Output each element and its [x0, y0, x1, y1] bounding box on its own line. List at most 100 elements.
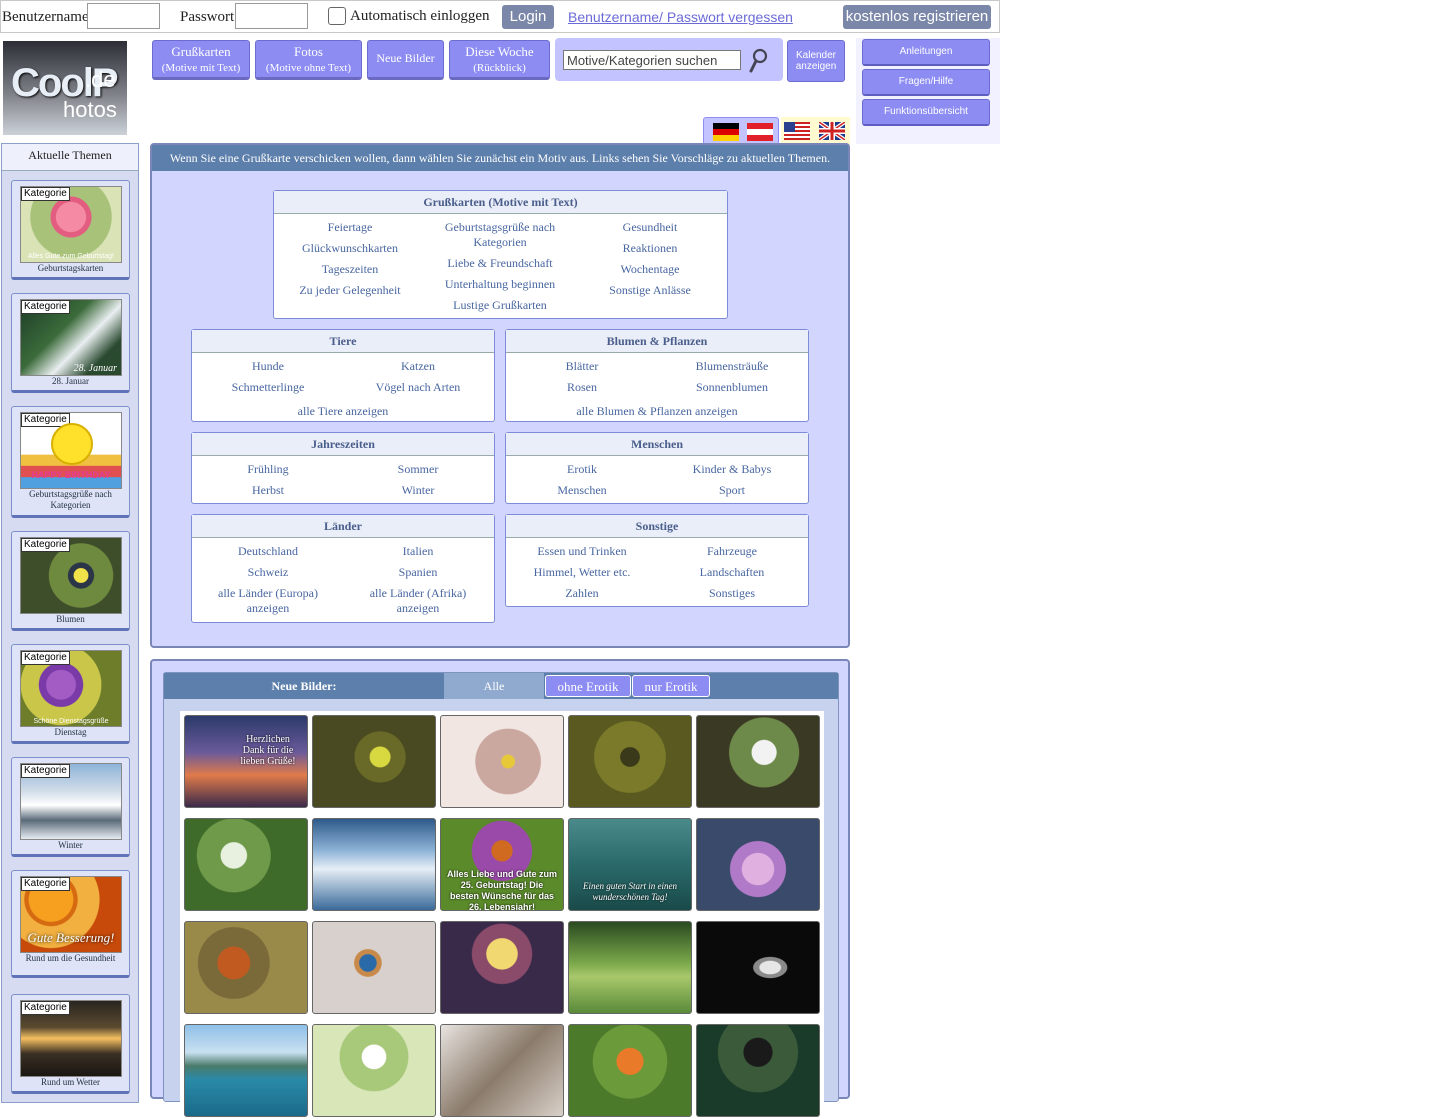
link-birthday-categories[interactable]: Geburtstagsgrüße nach Kategorien: [434, 220, 566, 250]
nav-photos[interactable]: Fotos (Motive ohne Text): [255, 40, 362, 80]
forgot-password-link[interactable]: Benutzername/ Passwort vergessen: [568, 9, 793, 25]
register-button[interactable]: kostenlos registrieren: [843, 5, 991, 29]
topic-card-winter[interactable]: Kategorie Winter: [11, 757, 130, 857]
link-other-occasions[interactable]: Sonstige Anlässe: [574, 283, 726, 298]
link-sunflowers[interactable]: Sonnenblumen: [656, 380, 808, 395]
link-sport[interactable]: Sport: [656, 483, 808, 498]
topic-card-birthday-cards[interactable]: Kategorie Alles Gute zum Geburtstag! Geb…: [11, 180, 130, 280]
link-food-drink[interactable]: Essen und Trinken: [506, 544, 658, 559]
image-thumbnail[interactable]: Alles Liebe und Gute zum 25. Geburtstag!…: [440, 818, 564, 911]
link-autumn[interactable]: Herbst: [192, 483, 344, 498]
link-winter[interactable]: Winter: [342, 483, 494, 498]
topic-card-january-28[interactable]: Kategorie 28. Januar 28. Januar: [11, 293, 130, 393]
uk-flag-icon[interactable]: [819, 122, 845, 140]
link-all-animals[interactable]: alle Tiere anzeigen: [192, 404, 494, 419]
link-congratulations[interactable]: Glückwunschkarten: [274, 241, 426, 256]
link-all-flowers[interactable]: alle Blumen & Pflanzen anzeigen: [506, 404, 808, 419]
link-landscapes[interactable]: Landschaften: [656, 565, 808, 580]
calendar-button[interactable]: Kalender anzeigen: [787, 40, 845, 82]
link-health[interactable]: Gesundheit: [574, 220, 726, 235]
nav-new-images[interactable]: Neue Bilder: [367, 40, 444, 80]
link-people[interactable]: Menschen: [506, 483, 658, 498]
link-kids-babies[interactable]: Kinder & Babys: [656, 462, 808, 477]
image-thumbnail[interactable]: [568, 921, 692, 1014]
link-switzerland[interactable]: Schweiz: [192, 565, 344, 580]
auto-login-label: Automatisch einloggen: [350, 8, 490, 24]
filter-no-erotic-tab[interactable]: ohne Erotik: [545, 675, 631, 697]
image-thumbnail[interactable]: [184, 818, 308, 911]
image-thumbnail[interactable]: [184, 1024, 308, 1117]
image-thumbnail[interactable]: [312, 715, 436, 808]
link-times-of-day[interactable]: Tageszeiten: [274, 262, 426, 277]
faq-button[interactable]: Fragen/Hilfe: [862, 69, 990, 96]
link-summer[interactable]: Sommer: [342, 462, 494, 477]
image-thumbnail[interactable]: [312, 921, 436, 1014]
link-numbers[interactable]: Zahlen: [506, 586, 658, 601]
link-cats[interactable]: Katzen: [342, 359, 494, 374]
flag-group-english: [781, 117, 850, 145]
germany-flag-icon[interactable]: [713, 123, 739, 141]
nav-this-week[interactable]: Diese Woche (Rückblick): [449, 40, 550, 80]
link-vehicles[interactable]: Fahrzeuge: [656, 544, 808, 559]
link-italy[interactable]: Italien: [342, 544, 494, 559]
box-title: Tiere: [192, 330, 494, 353]
link-leaves[interactable]: Blätter: [506, 359, 658, 374]
link-reactions[interactable]: Reaktionen: [574, 241, 726, 256]
link-roses[interactable]: Rosen: [506, 380, 658, 395]
topic-card-weather[interactable]: Kategorie Rund um Wetter: [11, 994, 130, 1094]
image-thumbnail[interactable]: [568, 715, 692, 808]
search-icon[interactable]: [748, 48, 770, 79]
austria-flag-icon[interactable]: [747, 123, 773, 141]
image-thumbnail[interactable]: [440, 715, 564, 808]
link-spring[interactable]: Frühling: [192, 462, 344, 477]
link-butterflies[interactable]: Schmetterlinge: [192, 380, 344, 395]
username-input[interactable]: [87, 3, 160, 29]
link-germany[interactable]: Deutschland: [192, 544, 344, 559]
filter-only-erotic-tab[interactable]: nur Erotik: [632, 675, 710, 697]
countries-box: Länder Deutschland Italien Schweiz Spani…: [191, 514, 495, 623]
link-bouquets[interactable]: Blumensträuße: [656, 359, 808, 374]
site-logo[interactable]: CoolP .de hotos: [3, 41, 127, 135]
topic-card-tuesday[interactable]: Kategorie Schöne Dienstagsgrüße Dienstag: [11, 644, 130, 744]
link-any-occasion[interactable]: Zu jeder Gelegenheit: [274, 283, 426, 298]
image-thumbnail[interactable]: [440, 921, 564, 1014]
link-holidays[interactable]: Feiertage: [274, 220, 426, 235]
filter-all-tab[interactable]: Alle: [444, 673, 544, 699]
link-dogs[interactable]: Hunde: [192, 359, 344, 374]
password-input[interactable]: [235, 3, 308, 29]
image-thumbnail[interactable]: [568, 1024, 692, 1117]
link-start-conversation[interactable]: Unterhaltung beginnen: [426, 277, 574, 292]
link-spain[interactable]: Spanien: [342, 565, 494, 580]
link-funny-cards[interactable]: Lustige Grußkarten: [426, 298, 574, 313]
login-button[interactable]: Login: [502, 5, 554, 29]
link-sky-weather[interactable]: Himmel, Wetter etc.: [506, 565, 658, 580]
topic-card-flowers[interactable]: Kategorie Blumen: [11, 531, 130, 631]
usa-flag-icon[interactable]: [784, 122, 810, 140]
link-other[interactable]: Sonstiges: [656, 586, 808, 601]
category-tag: Kategorie: [21, 651, 70, 665]
topic-card-birthday-categories[interactable]: Kategorie HAPPY BIRTHDAY Geburtstagsgrüß…: [11, 406, 130, 518]
link-all-africa[interactable]: alle Länder (Afrika) anzeigen: [360, 586, 476, 616]
image-thumbnail[interactable]: [440, 1024, 564, 1117]
link-weekdays[interactable]: Wochentage: [574, 262, 726, 277]
image-thumbnail[interactable]: Einen guten Start in einen wunderschönen…: [568, 818, 692, 911]
topic-card-health[interactable]: Kategorie Gute Besserung! Rund um die Ge…: [11, 870, 130, 978]
instructions-button[interactable]: Anleitungen: [862, 39, 990, 66]
link-all-europe[interactable]: alle Länder (Europa) anzeigen: [210, 586, 326, 616]
search-input[interactable]: [563, 50, 741, 70]
image-thumbnail[interactable]: [696, 818, 820, 911]
image-thumbnail[interactable]: [184, 921, 308, 1014]
nav-greeting-cards[interactable]: Grußkarten (Motive mit Text): [152, 40, 250, 80]
auto-login-checkbox[interactable]: [328, 7, 346, 25]
features-button[interactable]: Funktionsübersicht: [862, 99, 990, 126]
link-erotic[interactable]: Erotik: [506, 462, 658, 477]
image-thumbnail[interactable]: [696, 921, 820, 1014]
image-thumbnail[interactable]: [696, 1024, 820, 1117]
link-birds[interactable]: Vögel nach Arten: [342, 380, 494, 395]
seasons-box: Jahreszeiten Frühling Sommer Herbst Wint…: [191, 432, 495, 504]
image-thumbnail[interactable]: Herzlichen Dank für die lieben Grüße!: [184, 715, 308, 808]
image-thumbnail[interactable]: [696, 715, 820, 808]
image-thumbnail[interactable]: [312, 1024, 436, 1117]
image-thumbnail[interactable]: [312, 818, 436, 911]
link-love-friendship[interactable]: Liebe & Freundschaft: [426, 256, 574, 271]
